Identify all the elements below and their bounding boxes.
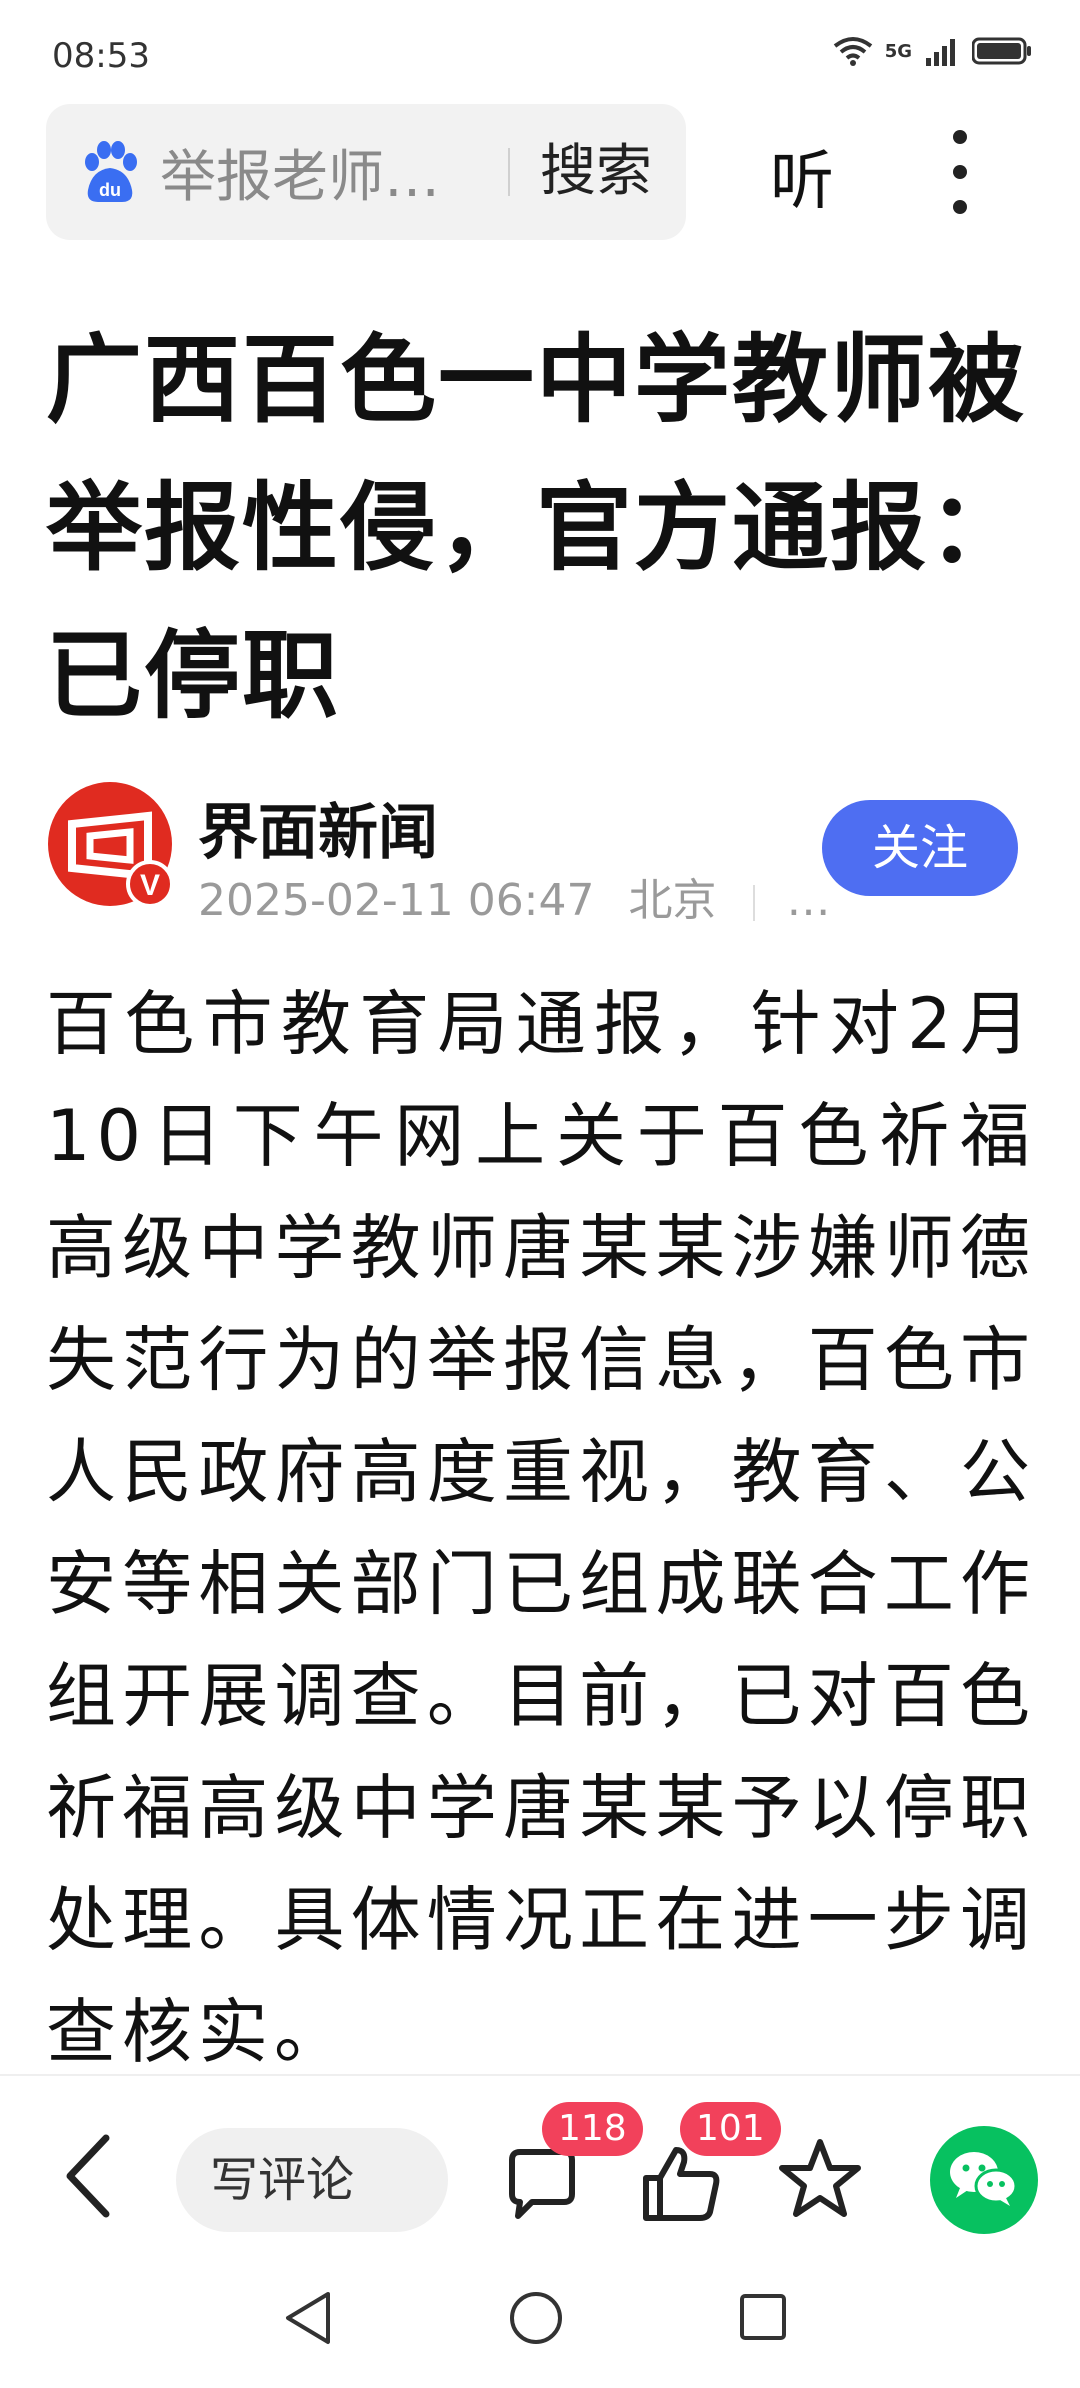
favorite-star-icon[interactable] (778, 2136, 862, 2220)
wifi-icon (833, 37, 872, 66)
like-button[interactable]: 101 (640, 2102, 781, 2228)
article-meta: 2025-02-11 06:47 北京 … (198, 864, 831, 928)
nav-recent-icon[interactable] (738, 2292, 788, 2342)
listen-button[interactable]: 听 (770, 130, 834, 222)
meta-more[interactable]: … (787, 875, 831, 926)
publish-datetime: 2025-02-11 06:47 (198, 875, 595, 926)
search-divider (508, 148, 510, 196)
author-avatar[interactable]: V (46, 780, 178, 912)
toolbar-divider (0, 2074, 1080, 2076)
like-count-badge: 101 (680, 2102, 781, 2156)
network-type: 5G (884, 40, 912, 62)
meta-divider (752, 885, 755, 921)
svg-text:du: du (99, 180, 121, 200)
baidu-paw-icon: du (85, 141, 137, 202)
nav-back-icon[interactable] (282, 2290, 334, 2346)
comment-input[interactable]: 写评论 (176, 2128, 448, 2232)
signal-icon (926, 39, 955, 66)
more-vertical-icon[interactable] (940, 130, 980, 214)
status-icons: 5G (833, 36, 1032, 66)
wechat-share-button[interactable] (930, 2126, 1038, 2234)
comment-count-badge: 118 (542, 2102, 643, 2156)
article-title: 广西百色一中学教师被举报性侵，官方通报：已停职 (46, 324, 1026, 732)
wechat-icon (950, 2152, 1018, 2206)
publish-location: 北京 (628, 875, 717, 926)
search-button[interactable]: 搜索 (532, 104, 660, 240)
comment-button[interactable]: 118 (502, 2102, 643, 2228)
search-bar[interactable]: du 举报老师… 搜索 (46, 104, 686, 240)
nav-home-icon[interactable] (508, 2290, 564, 2346)
svg-text:V: V (140, 869, 160, 902)
follow-button[interactable]: 关注 (822, 800, 1018, 896)
search-input[interactable]: 举报老师… (160, 132, 440, 213)
battery-icon (972, 37, 1031, 65)
back-arrow-icon[interactable] (58, 2130, 118, 2222)
article-body: 百色市教育局通报，针对2月10日下午网上关于百色祈福高级中学教师唐某某涉嫌师德失… (46, 983, 1036, 2073)
status-time: 08:53 (52, 36, 150, 76)
comment-bubble-icon (509, 2149, 575, 2219)
author-name[interactable]: 界面新闻 (198, 784, 438, 871)
